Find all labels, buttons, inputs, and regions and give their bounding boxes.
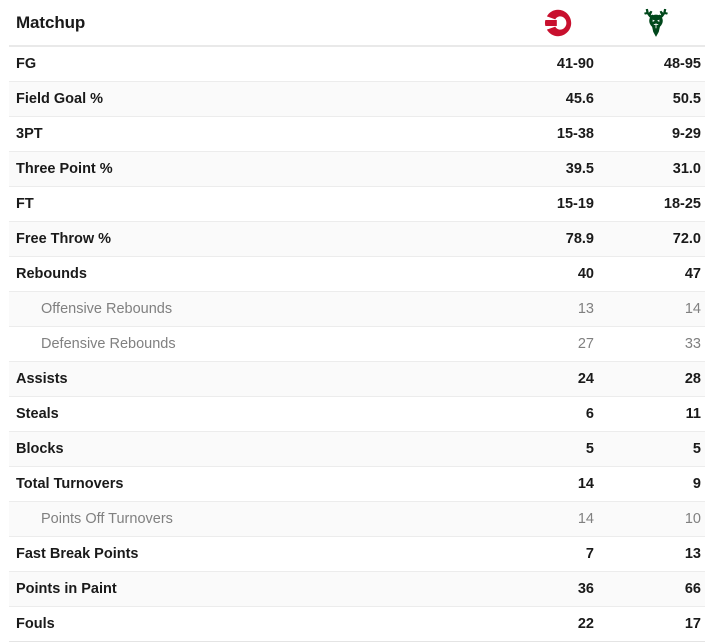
stat-value-away: 14 (577, 511, 594, 527)
table-subrow: Offensive Rebounds 13 14 (9, 292, 705, 327)
stat-label: Steals (16, 406, 59, 422)
team-logo-away[interactable] (510, 0, 606, 46)
table-row: FG 41-90 48-95 (9, 47, 705, 82)
table-row: Steals 6 11 (9, 397, 705, 432)
table-row: Assists 24 28 (9, 362, 705, 397)
table-subrow: Defensive Rebounds 27 33 (9, 327, 705, 362)
matchup-stats-table: Matchup FG 41-90 48-95 Field Goal % 45.6… (0, 0, 713, 642)
stat-value-home: 28 (684, 371, 701, 387)
stat-value-away: 45.6 (565, 91, 594, 107)
stat-value-home: 48-95 (663, 56, 701, 72)
stat-label: Assists (16, 371, 68, 387)
table-header-row: Matchup (9, 0, 705, 47)
stat-label: Fouls (16, 616, 55, 632)
stat-label: Points in Paint (16, 581, 117, 597)
table-subrow: Points Off Turnovers 14 10 (9, 502, 705, 537)
bucks-logo-icon (643, 8, 668, 37)
stat-value-away: 15-38 (556, 126, 594, 142)
stat-label: Total Turnovers (16, 476, 124, 492)
page-title: Matchup (16, 12, 86, 32)
table-row: Fast Break Points 7 13 (9, 537, 705, 572)
stat-value-home: 13 (684, 546, 701, 562)
stat-value-home: 11 (685, 406, 701, 422)
stat-label: Three Point % (16, 161, 113, 177)
stat-label: Offensive Rebounds (41, 301, 173, 317)
stat-value-away: 39.5 (565, 161, 594, 177)
stat-value-away: 22 (577, 616, 594, 632)
stat-value-home: 5 (692, 441, 701, 457)
stat-value-home: 50.5 (672, 91, 701, 107)
table-row: Field Goal % 45.6 50.5 (9, 82, 705, 117)
stat-value-home: 72.0 (672, 231, 701, 247)
stat-value-home: 9 (692, 476, 701, 492)
stat-label: Free Throw % (16, 231, 112, 247)
stat-label: FG (16, 56, 37, 72)
stat-value-away: 6 (585, 406, 594, 422)
stat-value-away: 27 (577, 336, 594, 352)
stat-value-home: 10 (684, 511, 701, 527)
stat-value-home: 66 (684, 581, 701, 597)
stat-value-away: 41-90 (556, 56, 594, 72)
table-row: Total Turnovers 14 9 (9, 467, 705, 502)
stat-label: Rebounds (16, 266, 87, 282)
stat-value-away: 24 (577, 371, 594, 387)
stat-value-away: 7 (585, 546, 594, 562)
stat-label: 3PT (16, 126, 43, 142)
table-row: FT 15-19 18-25 (9, 187, 705, 222)
stat-value-home: 9-29 (671, 126, 701, 142)
stat-label: FT (16, 196, 34, 212)
table-row: Three Point % 39.5 31.0 (9, 152, 705, 187)
stat-label: Fast Break Points (16, 546, 139, 562)
stat-value-away: 40 (577, 266, 594, 282)
stats-rows: FG 41-90 48-95 Field Goal % 45.6 50.5 3PT 15-38… (9, 47, 705, 642)
stat-value-home: 18-25 (663, 196, 701, 212)
stat-value-home: 31.0 (672, 161, 701, 177)
table-row: Free Throw % 78.9 72.0 (9, 222, 705, 257)
stat-value-home: 47 (684, 266, 701, 282)
stat-label: Defensive Rebounds (41, 336, 176, 352)
team-logo-home[interactable] (606, 0, 705, 46)
stat-value-away: 13 (577, 301, 594, 317)
table-row: Points in Paint 36 66 (9, 572, 705, 607)
table-row: Fouls 22 17 (9, 607, 705, 642)
stat-value-away: 14 (577, 476, 594, 492)
table-row: Rebounds 40 47 (9, 257, 705, 292)
table-row: 3PT 15-38 9-29 (9, 117, 705, 152)
table-row: Blocks 5 5 (9, 432, 705, 467)
stat-value-home: 33 (684, 336, 701, 352)
stat-value-away: 15-19 (556, 196, 594, 212)
hawks-logo-icon (544, 9, 572, 36)
stat-value-home: 14 (684, 301, 701, 317)
stat-value-away: 36 (577, 581, 594, 597)
stat-value-away: 5 (585, 441, 594, 457)
stat-value-home: 17 (684, 616, 701, 632)
stat-label: Points Off Turnovers (41, 511, 173, 527)
stat-label: Blocks (16, 441, 64, 457)
stat-label: Field Goal % (16, 91, 104, 107)
stat-value-away: 78.9 (565, 231, 594, 247)
